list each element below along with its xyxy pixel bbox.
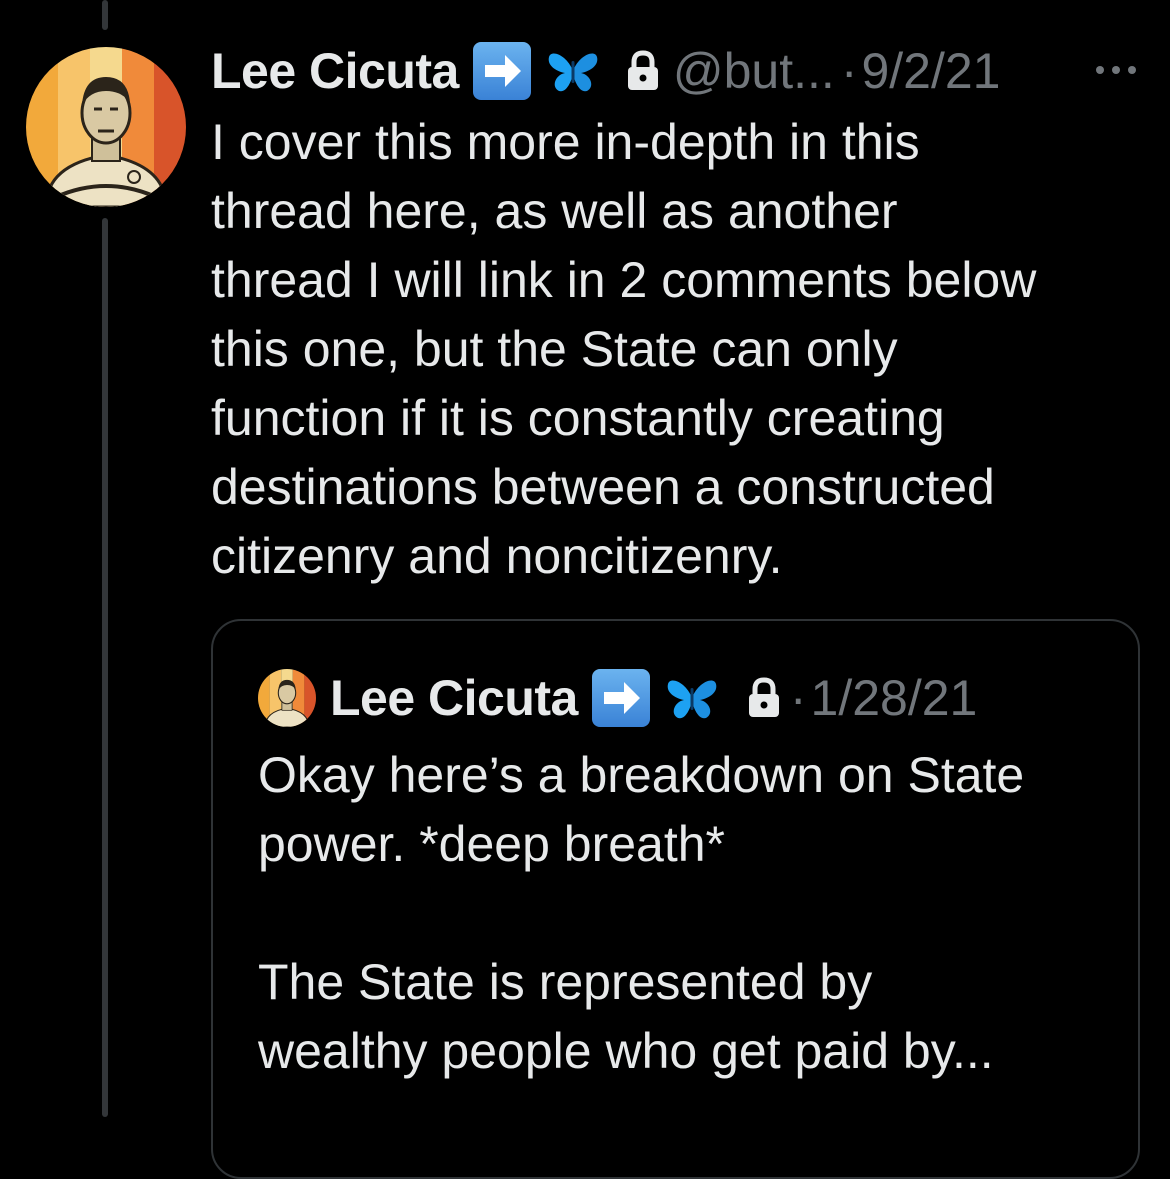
thread-connector-bottom	[102, 218, 108, 1117]
author-avatar[interactable]	[26, 47, 186, 207]
quoted-tweet-date: 1/28/21	[810, 670, 978, 726]
separator-dot: ·	[789, 670, 807, 726]
lock-icon	[627, 50, 658, 90]
lock-icon	[748, 677, 779, 717]
butterfly-emoji-icon	[667, 680, 717, 719]
more-horizontal-icon[interactable]	[1092, 50, 1140, 90]
author-name[interactable]: Lee Cicuta	[211, 42, 459, 100]
quoted-author-name: Lee Cicuta	[330, 670, 578, 726]
author-handle[interactable]: @but...	[673, 42, 835, 100]
quoted-tweet-text: Okay here’s a breakdown on State power. …	[258, 747, 1025, 1079]
quoted-author-avatar	[258, 669, 316, 727]
avatar-portrait-icon	[26, 47, 186, 207]
butterfly-emoji-icon	[548, 53, 598, 92]
right-arrow-emoji-icon	[591, 669, 650, 727]
quoted-tweet-header: Lee Cicuta · 1/28/21	[258, 668, 977, 728]
avatar-portrait-icon	[258, 669, 316, 727]
quoted-tweet-card[interactable]: Lee Cicuta · 1/28/21 Okay here’s a break…	[211, 619, 1140, 1179]
tweet-header: Lee Cicuta @but... · 9/2/21	[211, 40, 1000, 102]
separator-dot: ·	[840, 43, 858, 99]
tweet-text: I cover this more in-depth in this threa…	[211, 114, 1037, 584]
tweet-date[interactable]: 9/2/21	[861, 42, 1000, 100]
thread-connector-top	[102, 0, 108, 30]
right-arrow-emoji-icon	[472, 42, 531, 100]
